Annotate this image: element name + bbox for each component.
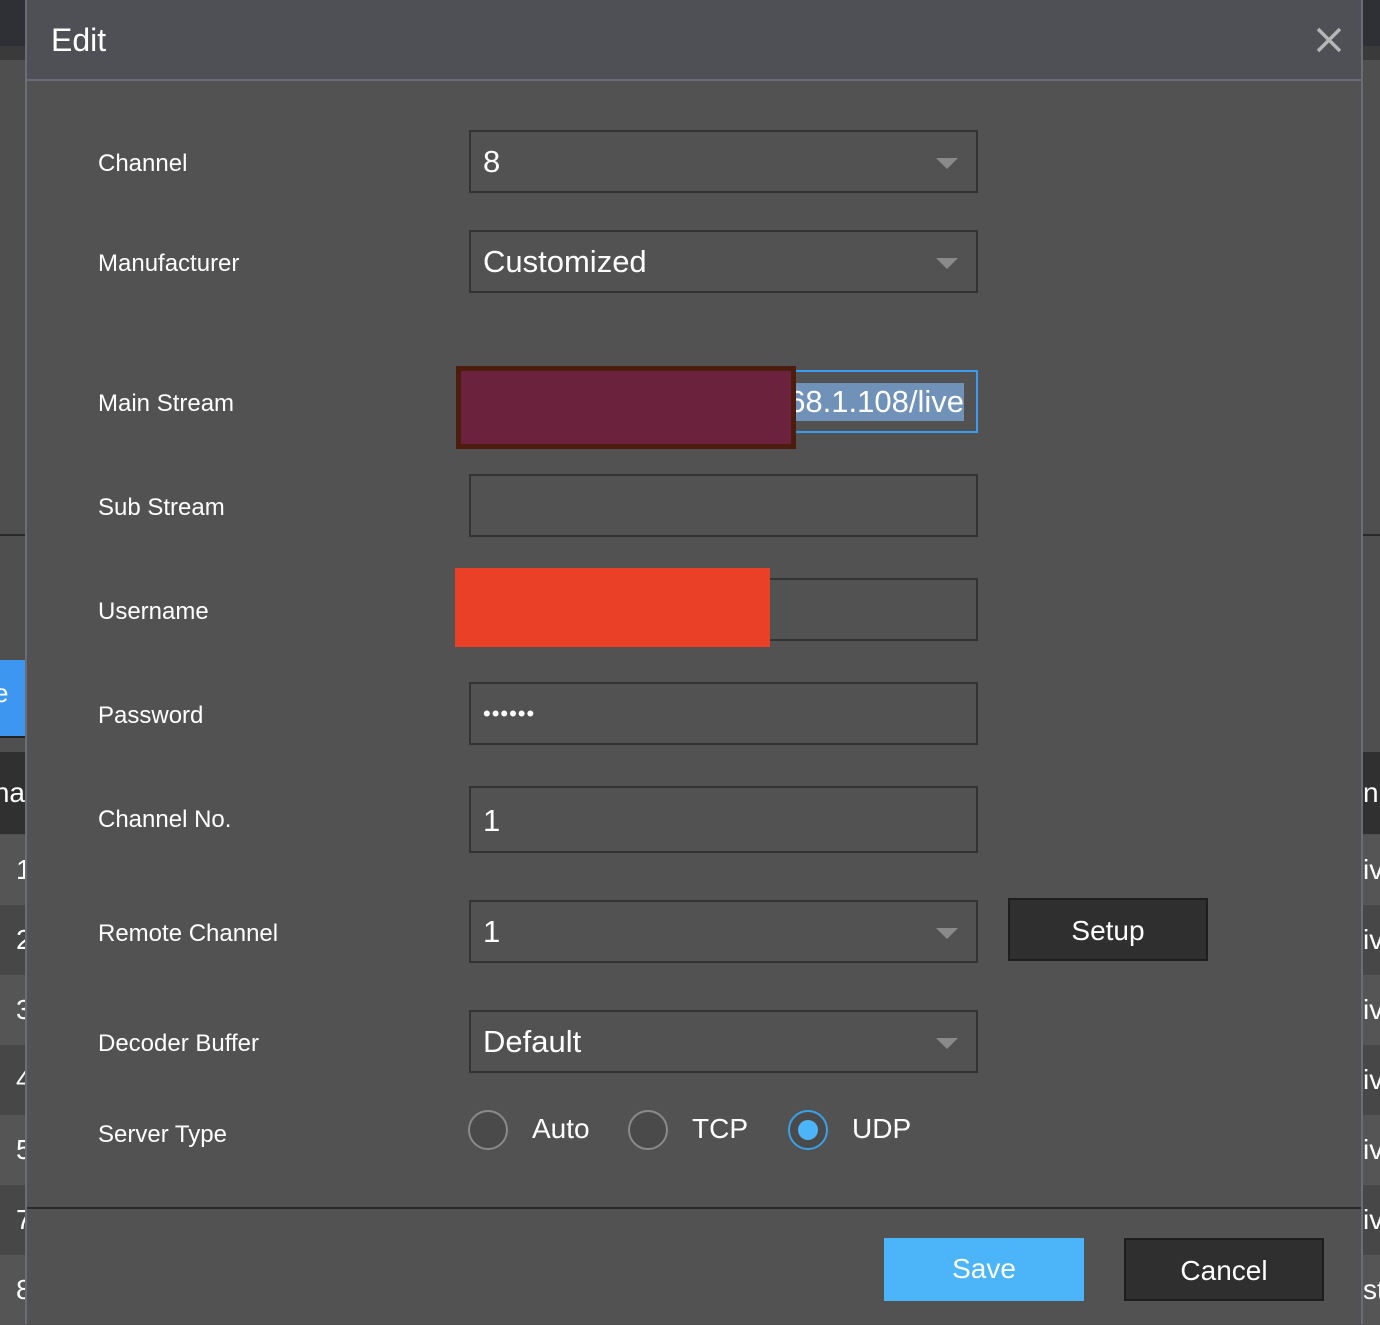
username-label: Username [98, 598, 209, 625]
background-row-right: iv [1363, 1045, 1380, 1115]
background-button-label: e [0, 678, 9, 708]
background-row-left: 8 [0, 1255, 25, 1325]
radio-udp[interactable] [788, 1110, 828, 1150]
radio-udp-label[interactable]: UDP [852, 1113, 911, 1145]
channel-label: Channel [98, 150, 188, 177]
background-row-left: 5 [0, 1115, 25, 1185]
setup-button[interactable]: Setup [1008, 898, 1208, 961]
radio-tcp-label[interactable]: TCP [692, 1113, 748, 1145]
channel-value: 8 [483, 144, 501, 179]
background-row-left: 1 [0, 835, 25, 905]
radio-auto-label[interactable]: Auto [532, 1113, 590, 1145]
chevron-down-icon [936, 158, 958, 169]
background-row-left: 4 [0, 1045, 25, 1115]
redaction-box [456, 366, 796, 449]
remote-channel-value: 1 [483, 914, 501, 949]
edit-dialog: Edit Channel 8 Manufacturer Customized M… [25, 0, 1363, 1324]
channel-no-label: Channel No. [98, 806, 232, 833]
main-stream-value: 68.1.108/live [788, 383, 964, 421]
background-row-left: 7 [0, 1185, 25, 1255]
decoder-buffer-value: Default [483, 1024, 582, 1059]
manufacturer-label: Manufacturer [98, 250, 240, 277]
radio-auto[interactable] [468, 1110, 508, 1150]
sub-stream-input[interactable] [469, 474, 978, 537]
chevron-down-icon [936, 258, 958, 269]
main-stream-label: Main Stream [98, 390, 235, 417]
sub-stream-label: Sub Stream [98, 494, 225, 521]
background-row-left: 3 [0, 975, 25, 1045]
close-icon[interactable] [1313, 24, 1345, 56]
channel-select[interactable]: 8 [469, 130, 978, 193]
footer-divider [27, 1207, 1361, 1209]
decoder-buffer-select[interactable]: Default [469, 1010, 978, 1073]
redaction-box [455, 568, 770, 647]
server-type-label: Server Type [98, 1121, 227, 1148]
remote-channel-label: Remote Channel [98, 920, 279, 947]
background-row-right: st [1363, 1255, 1380, 1325]
background-row-right: iv [1363, 835, 1380, 905]
background-table-header-left: na [0, 752, 25, 834]
cancel-button[interactable]: Cancel [1124, 1238, 1324, 1301]
remote-channel-select[interactable]: 1 [469, 900, 978, 963]
radio-tcp[interactable] [628, 1110, 668, 1150]
dialog-title: Edit [51, 22, 107, 58]
decoder-buffer-label: Decoder Buffer [98, 1030, 259, 1057]
save-button[interactable]: Save [884, 1238, 1084, 1301]
chevron-down-icon [936, 928, 958, 939]
background-table-header-right: nu [1363, 752, 1380, 834]
password-label: Password [98, 702, 204, 729]
password-input[interactable]: •••••• [469, 682, 978, 745]
background-row-right: iv [1363, 905, 1380, 975]
channel-no-input[interactable]: 1 [469, 786, 978, 853]
background-row-right: iv [1363, 975, 1380, 1045]
background-row-right: iv [1363, 1115, 1380, 1185]
dialog-header: Edit [27, 0, 1361, 81]
background-row-right: iv [1363, 1185, 1380, 1255]
manufacturer-value: Customized [483, 244, 647, 279]
background-button[interactable]: e [0, 660, 25, 738]
background-row-left: 2 [0, 905, 25, 975]
chevron-down-icon [936, 1038, 958, 1049]
manufacturer-select[interactable]: Customized [469, 230, 978, 293]
